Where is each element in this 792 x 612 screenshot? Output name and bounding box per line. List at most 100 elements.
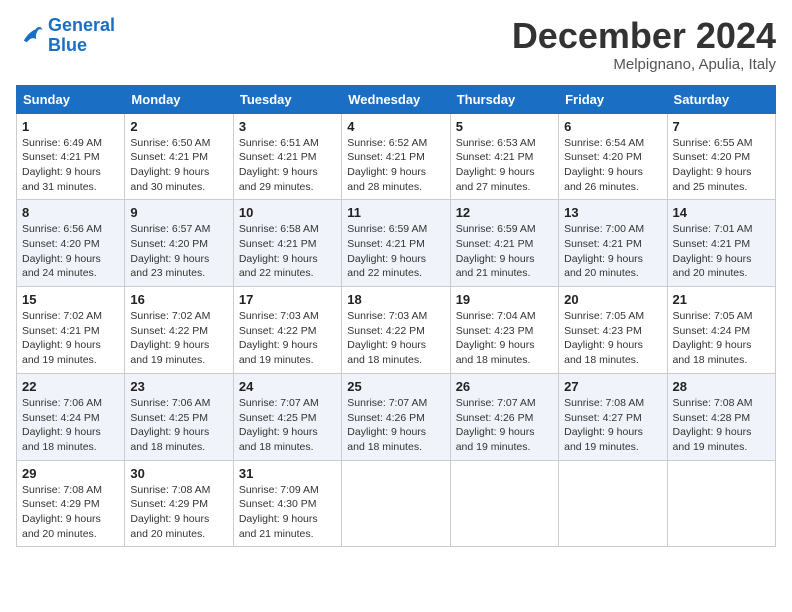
day-info: Sunrise: 6:58 AM Sunset: 4:21 PM Dayligh… bbox=[239, 222, 336, 281]
calendar-cell: 6 Sunrise: 6:54 AM Sunset: 4:20 PM Daylig… bbox=[559, 113, 667, 200]
day-info: Sunrise: 6:50 AM Sunset: 4:21 PM Dayligh… bbox=[130, 136, 227, 195]
day-number: 5 bbox=[456, 119, 553, 134]
calendar-week-row: 8Sunrise: 6:56 AM Sunset: 4:20 PM Daylig… bbox=[17, 200, 776, 287]
calendar-cell: 17Sunrise: 7:03 AM Sunset: 4:22 PM Dayli… bbox=[233, 287, 341, 374]
day-number: 31 bbox=[239, 466, 336, 481]
day-info: Sunrise: 7:07 AM Sunset: 4:26 PM Dayligh… bbox=[456, 396, 553, 455]
day-number: 6 bbox=[564, 119, 661, 134]
calendar-cell: 30 Sunrise: 7:08 AM Sunset: 4:29 PM Dayli… bbox=[125, 460, 233, 547]
calendar-cell: 12 Sunrise: 6:59 AM Sunset: 4:21 PM Dayli… bbox=[450, 200, 558, 287]
day-number: 16 bbox=[130, 292, 227, 307]
day-info: Sunrise: 7:09 AM Sunset: 4:30 PM Dayligh… bbox=[239, 483, 336, 542]
weekday-header: Monday bbox=[125, 85, 233, 113]
logo-icon bbox=[16, 22, 44, 50]
logo-line1: General bbox=[48, 15, 115, 35]
calendar-cell: 27 Sunrise: 7:08 AM Sunset: 4:27 PM Dayli… bbox=[559, 373, 667, 460]
calendar-cell: 24 Sunrise: 7:07 AM Sunset: 4:25 PM Dayli… bbox=[233, 373, 341, 460]
day-number: 21 bbox=[673, 292, 770, 307]
calendar-table: SundayMondayTuesdayWednesdayThursdayFrid… bbox=[16, 85, 776, 548]
day-number: 8 bbox=[22, 205, 119, 220]
day-info: Sunrise: 6:59 AM Sunset: 4:21 PM Dayligh… bbox=[456, 222, 553, 281]
day-info: Sunrise: 7:07 AM Sunset: 4:25 PM Dayligh… bbox=[239, 396, 336, 455]
calendar-cell bbox=[342, 460, 450, 547]
day-info: Sunrise: 7:04 AM Sunset: 4:23 PM Dayligh… bbox=[456, 309, 553, 368]
calendar-week-row: 1 Sunrise: 6:49 AM Sunset: 4:21 PM Daylig… bbox=[17, 113, 776, 200]
calendar-cell: 11 Sunrise: 6:59 AM Sunset: 4:21 PM Dayli… bbox=[342, 200, 450, 287]
day-info: Sunrise: 6:49 AM Sunset: 4:21 PM Dayligh… bbox=[22, 136, 119, 195]
day-number: 1 bbox=[22, 119, 119, 134]
calendar-cell: 31 Sunrise: 7:09 AM Sunset: 4:30 PM Dayli… bbox=[233, 460, 341, 547]
calendar-cell bbox=[667, 460, 775, 547]
day-number: 24 bbox=[239, 379, 336, 394]
day-number: 12 bbox=[456, 205, 553, 220]
calendar-cell bbox=[450, 460, 558, 547]
day-info: Sunrise: 7:08 AM Sunset: 4:28 PM Dayligh… bbox=[673, 396, 770, 455]
calendar-cell: 9 Sunrise: 6:57 AM Sunset: 4:20 PM Daylig… bbox=[125, 200, 233, 287]
calendar-week-row: 15 Sunrise: 7:02 AM Sunset: 4:21 PM Dayli… bbox=[17, 287, 776, 374]
day-info: Sunrise: 7:03 AM Sunset: 4:22 PM Dayligh… bbox=[347, 309, 444, 368]
day-number: 11 bbox=[347, 205, 444, 220]
calendar-cell bbox=[559, 460, 667, 547]
day-number: 13 bbox=[564, 205, 661, 220]
day-number: 23 bbox=[130, 379, 227, 394]
calendar-cell: 28 Sunrise: 7:08 AM Sunset: 4:28 PM Dayli… bbox=[667, 373, 775, 460]
title-block: December 2024 Melpignano, Apulia, Italy bbox=[512, 16, 776, 73]
logo-line2: Blue bbox=[48, 35, 87, 55]
calendar-cell: 1 Sunrise: 6:49 AM Sunset: 4:21 PM Daylig… bbox=[17, 113, 125, 200]
day-number: 7 bbox=[673, 119, 770, 134]
day-info: Sunrise: 7:08 AM Sunset: 4:29 PM Dayligh… bbox=[130, 483, 227, 542]
calendar-cell: 8Sunrise: 6:56 AM Sunset: 4:20 PM Daylig… bbox=[17, 200, 125, 287]
month-title: December 2024 bbox=[512, 16, 776, 56]
day-number: 29 bbox=[22, 466, 119, 481]
calendar-cell: 20 Sunrise: 7:05 AM Sunset: 4:23 PM Dayli… bbox=[559, 287, 667, 374]
day-info: Sunrise: 7:06 AM Sunset: 4:25 PM Dayligh… bbox=[130, 396, 227, 455]
day-number: 9 bbox=[130, 205, 227, 220]
day-number: 28 bbox=[673, 379, 770, 394]
day-number: 4 bbox=[347, 119, 444, 134]
day-number: 25 bbox=[347, 379, 444, 394]
day-info: Sunrise: 7:01 AM Sunset: 4:21 PM Dayligh… bbox=[673, 222, 770, 281]
day-number: 30 bbox=[130, 466, 227, 481]
calendar-week-row: 29 Sunrise: 7:08 AM Sunset: 4:29 PM Dayli… bbox=[17, 460, 776, 547]
day-info: Sunrise: 6:51 AM Sunset: 4:21 PM Dayligh… bbox=[239, 136, 336, 195]
calendar-cell: 29 Sunrise: 7:08 AM Sunset: 4:29 PM Dayli… bbox=[17, 460, 125, 547]
calendar-cell: 16 Sunrise: 7:02 AM Sunset: 4:22 PM Dayli… bbox=[125, 287, 233, 374]
calendar-cell: 4Sunrise: 6:52 AM Sunset: 4:21 PM Daylig… bbox=[342, 113, 450, 200]
page-header: General Blue December 2024 Melpignano, A… bbox=[16, 16, 776, 73]
day-info: Sunrise: 7:02 AM Sunset: 4:21 PM Dayligh… bbox=[22, 309, 119, 368]
weekday-header: Saturday bbox=[667, 85, 775, 113]
day-number: 26 bbox=[456, 379, 553, 394]
calendar-cell: 7 Sunrise: 6:55 AM Sunset: 4:20 PM Daylig… bbox=[667, 113, 775, 200]
calendar-cell: 19 Sunrise: 7:04 AM Sunset: 4:23 PM Dayli… bbox=[450, 287, 558, 374]
day-info: Sunrise: 7:08 AM Sunset: 4:29 PM Dayligh… bbox=[22, 483, 119, 542]
day-info: Sunrise: 6:55 AM Sunset: 4:20 PM Dayligh… bbox=[673, 136, 770, 195]
calendar-cell: 14Sunrise: 7:01 AM Sunset: 4:21 PM Dayli… bbox=[667, 200, 775, 287]
day-number: 17 bbox=[239, 292, 336, 307]
day-info: Sunrise: 7:05 AM Sunset: 4:24 PM Dayligh… bbox=[673, 309, 770, 368]
day-number: 19 bbox=[456, 292, 553, 307]
weekday-header: Wednesday bbox=[342, 85, 450, 113]
calendar-cell: 22 Sunrise: 7:06 AM Sunset: 4:24 PM Dayli… bbox=[17, 373, 125, 460]
day-number: 3 bbox=[239, 119, 336, 134]
logo-text: General Blue bbox=[48, 16, 115, 56]
calendar-week-row: 22 Sunrise: 7:06 AM Sunset: 4:24 PM Dayli… bbox=[17, 373, 776, 460]
day-info: Sunrise: 7:02 AM Sunset: 4:22 PM Dayligh… bbox=[130, 309, 227, 368]
day-info: Sunrise: 7:08 AM Sunset: 4:27 PM Dayligh… bbox=[564, 396, 661, 455]
calendar-cell: 25Sunrise: 7:07 AM Sunset: 4:26 PM Dayli… bbox=[342, 373, 450, 460]
day-info: Sunrise: 6:57 AM Sunset: 4:20 PM Dayligh… bbox=[130, 222, 227, 281]
weekday-header: Thursday bbox=[450, 85, 558, 113]
day-info: Sunrise: 6:54 AM Sunset: 4:20 PM Dayligh… bbox=[564, 136, 661, 195]
calendar-cell: 21 Sunrise: 7:05 AM Sunset: 4:24 PM Dayli… bbox=[667, 287, 775, 374]
day-number: 22 bbox=[22, 379, 119, 394]
day-info: Sunrise: 7:06 AM Sunset: 4:24 PM Dayligh… bbox=[22, 396, 119, 455]
calendar-cell: 3 Sunrise: 6:51 AM Sunset: 4:21 PM Daylig… bbox=[233, 113, 341, 200]
day-info: Sunrise: 7:05 AM Sunset: 4:23 PM Dayligh… bbox=[564, 309, 661, 368]
calendar-cell: 26 Sunrise: 7:07 AM Sunset: 4:26 PM Dayli… bbox=[450, 373, 558, 460]
day-number: 20 bbox=[564, 292, 661, 307]
day-info: Sunrise: 6:59 AM Sunset: 4:21 PM Dayligh… bbox=[347, 222, 444, 281]
day-number: 27 bbox=[564, 379, 661, 394]
calendar-cell: 2 Sunrise: 6:50 AM Sunset: 4:21 PM Daylig… bbox=[125, 113, 233, 200]
day-number: 2 bbox=[130, 119, 227, 134]
day-number: 15 bbox=[22, 292, 119, 307]
day-info: Sunrise: 7:00 AM Sunset: 4:21 PM Dayligh… bbox=[564, 222, 661, 281]
